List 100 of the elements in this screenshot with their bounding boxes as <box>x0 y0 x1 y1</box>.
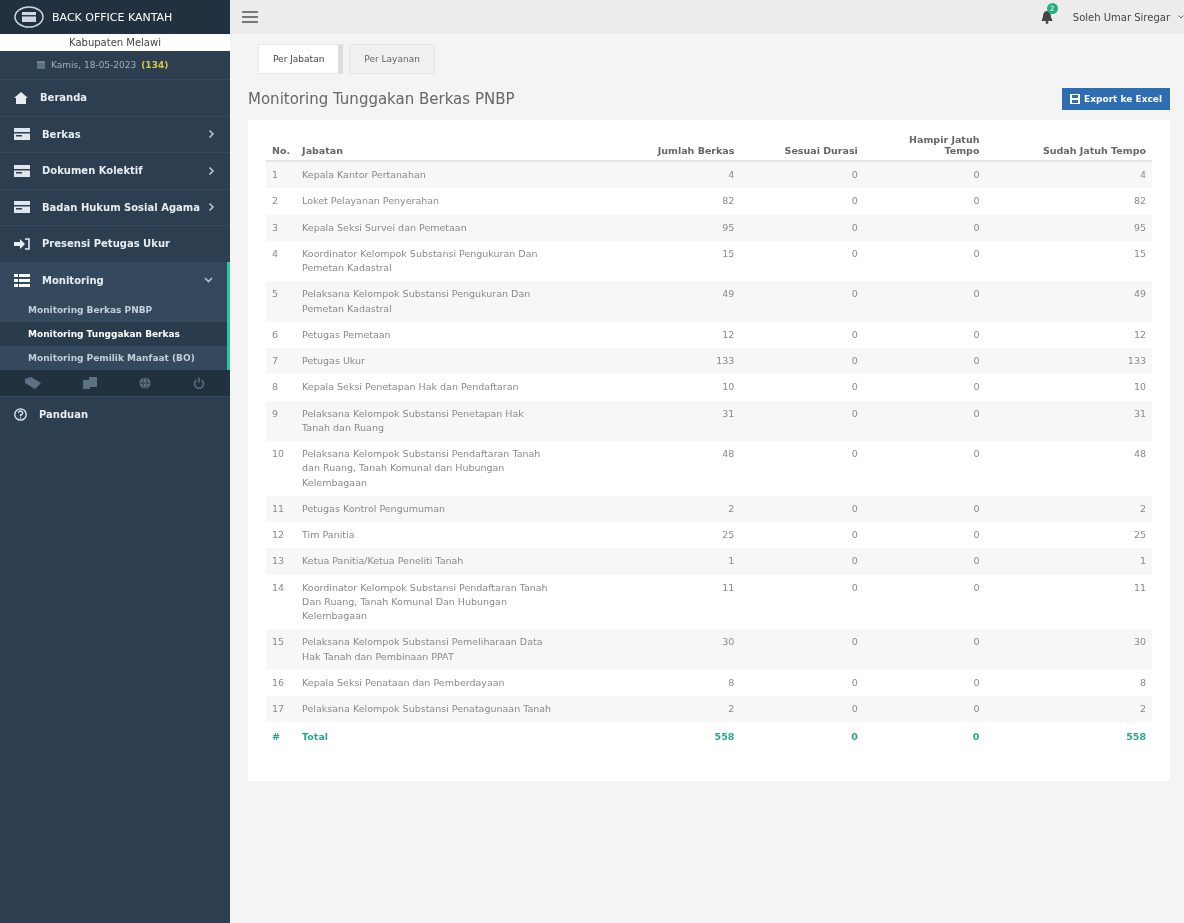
table-cell: 2 <box>985 495 1152 522</box>
office-name: Kabupaten Melawi <box>0 34 230 51</box>
table-cell: Petugas Pemetaan <box>296 321 613 348</box>
table-cell: 13 <box>266 548 297 575</box>
table-cell: 30 <box>985 629 1152 670</box>
menu-item[interactable]: Beranda <box>0 79 230 116</box>
table-cell: 82 <box>985 188 1152 215</box>
table-cell: 0 <box>863 214 986 241</box>
table-cell: 0 <box>740 321 864 348</box>
table-cell: 8 <box>612 669 741 696</box>
table-cell: 0 <box>863 495 986 522</box>
table-cell: 11 <box>612 574 741 630</box>
table-cell: 15 <box>612 240 741 282</box>
table-cell: 1 <box>985 548 1152 575</box>
table-cell: 0 <box>740 441 864 496</box>
table-cell: 0 <box>863 522 986 549</box>
table-cell: 49 <box>612 281 741 322</box>
table-cell: 0 <box>740 374 864 401</box>
table-cell: Pelaksana Kelompok Substansi Penetapan Hak Tanah dan Ruang <box>296 400 613 441</box>
table-cell: 7 <box>266 348 297 375</box>
table-cell: Kepala Seksi Penataan dan Pemberdayaan <box>296 669 613 696</box>
table-cell: 0 <box>863 574 986 630</box>
table-cell: 9 <box>266 400 297 441</box>
user-menu[interactable]: Soleh Umar Siregar <box>1072 11 1170 23</box>
submenu-item[interactable]: Monitoring Pemilik Manfaat (BO) <box>0 346 227 370</box>
date-text: Kamis, 18-05-2023 <box>51 60 137 70</box>
table-cell: Kepala Seksi Survei dan Pemetaan <box>296 214 613 241</box>
table-cell: 0 <box>740 629 864 670</box>
table-cell: 0 <box>740 522 864 549</box>
table-cell: 0 <box>740 669 864 696</box>
table-cell: 12 <box>612 321 741 348</box>
table-cell: 2 <box>612 696 741 723</box>
table-cell: 0 <box>740 548 864 575</box>
table-cell: 1 <box>266 161 297 189</box>
table-cell: 0 <box>740 574 864 630</box>
page-title: Monitoring Tunggakan Berkas PNBP <box>248 90 515 108</box>
table-cell: Tim Panitia <box>296 522 613 549</box>
table-cell: 82 <box>612 188 741 215</box>
table-cell: 0 <box>740 281 864 322</box>
submenu-item[interactable]: Monitoring Tunggakan Berkas <box>0 322 227 346</box>
table-cell: Loket Pelayanan Penyerahan <box>296 188 613 215</box>
submenu-item[interactable]: Monitoring Berkas PNBP <box>0 298 227 322</box>
table-cell: 8 <box>266 374 297 401</box>
table-cell: 16 <box>266 669 297 696</box>
table-cell: 0 <box>863 629 986 670</box>
table-cell: 0 <box>740 696 864 723</box>
table-cell: Pelaksana Kelompok Substansi Pengukuran Dan Pemetan Kadastral <box>296 281 613 322</box>
table-cell: 10 <box>266 441 297 496</box>
table-cell: 2 <box>266 188 297 215</box>
table-cell: 2 <box>612 495 741 522</box>
table-cell: 5 <box>266 281 297 322</box>
table-cell: 0 <box>863 188 986 215</box>
table-cell: 95 <box>612 214 741 241</box>
table-cell: 95 <box>985 214 1152 241</box>
table-cell: 14 <box>266 574 297 630</box>
table-cell: 0 <box>863 321 986 348</box>
table-cell: 15 <box>266 629 297 670</box>
table-cell: 11 <box>266 495 297 522</box>
table-cell: 8 <box>985 669 1152 696</box>
table-cell: 0 <box>863 348 986 375</box>
menu-item[interactable]: Dokumen Kolektif <box>0 152 230 189</box>
table-cell: 0 <box>740 161 864 189</box>
table-cell: 30 <box>612 629 741 670</box>
table-cell: 17 <box>266 696 297 723</box>
menu-item[interactable]: Monitoring <box>0 261 227 298</box>
table-cell: 0 <box>863 441 986 496</box>
table-cell: 25 <box>985 522 1152 549</box>
table-cell: 49 <box>985 281 1152 322</box>
table-cell: 48 <box>612 441 741 496</box>
tab[interactable]: Per Jabatan <box>258 44 344 74</box>
table-cell: 12 <box>266 522 297 549</box>
menu-item[interactable]: Berkas <box>0 115 230 152</box>
table-cell: 0 <box>863 400 986 441</box>
table-cell: 2 <box>985 696 1152 723</box>
table-cell: Pelaksana Kelompok Substansi Pendaftaran Tanah dan Ruang, Tanah Komunal dan Hubungan Kelembagaan <box>296 441 613 496</box>
table-cell: 0 <box>863 161 986 189</box>
table-cell: 25 <box>612 522 741 549</box>
table-cell: 10 <box>612 374 741 401</box>
menu-item[interactable]: Badan Hukum Sosial Agama <box>0 188 230 225</box>
tab[interactable]: Per Layanan <box>349 44 435 74</box>
table-cell: 31 <box>612 400 741 441</box>
table-cell: 12 <box>985 321 1152 348</box>
export-button[interactable]: Export ke Excel <box>1062 88 1170 110</box>
table-cell: 4 <box>985 161 1152 189</box>
table-cell: Pelaksana Kelompok Substansi Penatagunaan Tanah <box>296 696 613 723</box>
table-cell: 0 <box>740 188 864 215</box>
table-cell: Kepala Seksi Penetapan Hak dan Pendaftaran <box>296 374 613 401</box>
table-cell: 11 <box>985 574 1152 630</box>
table-cell: 0 <box>863 240 986 282</box>
brand-title: BACK OFFICE KANTAH <box>52 10 173 24</box>
table-cell: 0 <box>863 696 986 723</box>
table-cell: 1 <box>612 548 741 575</box>
table-cell: Petugas Ukur <box>296 348 613 375</box>
table-cell: Kepala Kantor Pertanahan <box>296 161 613 189</box>
table-cell: 0 <box>863 374 986 401</box>
table-cell: Koordinator Kelompok Substansi Pengukuran Dan Pemetan Kadastral <box>296 240 613 282</box>
table-cell: Petugas Kontrol Pengumuman <box>296 495 613 522</box>
table-cell: 31 <box>985 400 1152 441</box>
date-count: (134) <box>141 60 169 70</box>
table-cell: 133 <box>985 348 1152 375</box>
